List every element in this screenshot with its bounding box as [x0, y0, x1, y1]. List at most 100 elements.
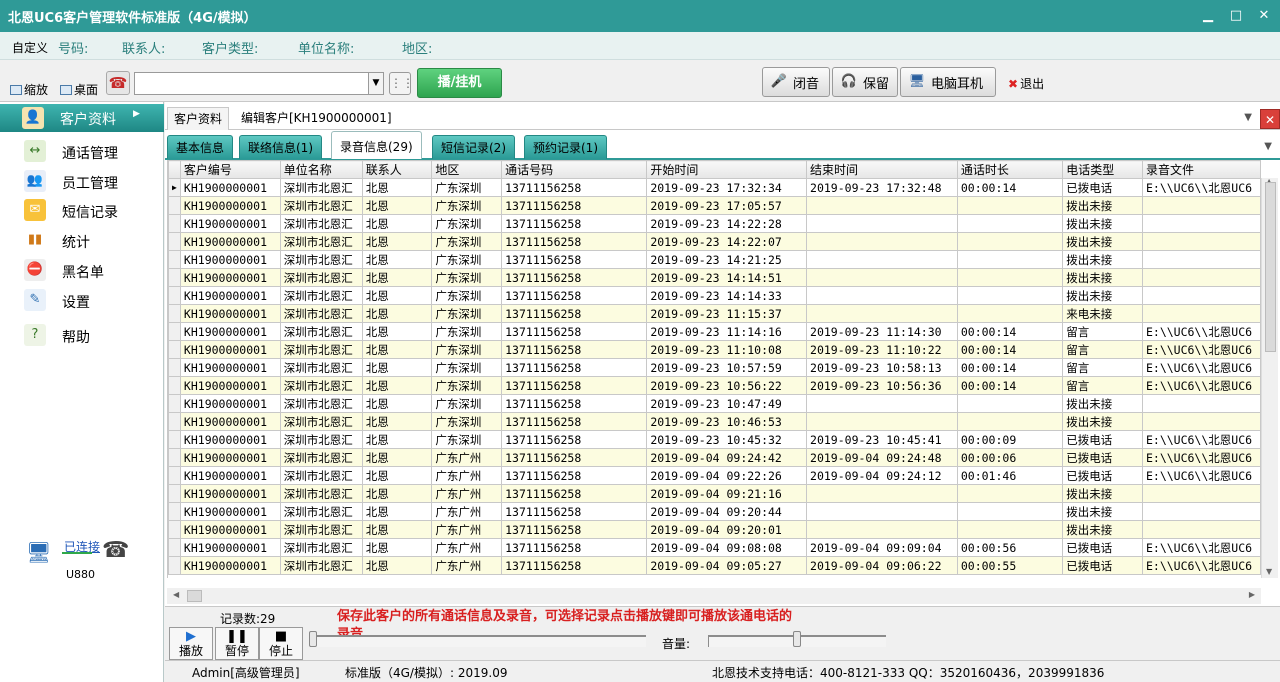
cell-customer-id[interactable]: KH1900000001	[179, 520, 281, 539]
cell-phone[interactable]: 13711156258	[501, 358, 648, 377]
volume-slider[interactable]	[708, 631, 886, 647]
row-header-cell[interactable]	[168, 394, 181, 413]
playback-slider-knob[interactable]	[309, 631, 317, 647]
table-row[interactable]: KH1900000001 深圳市北恩汇 北恩 广东深圳 13711156258 2019-…	[168, 358, 1261, 377]
play-button[interactable]: ▶ 播放	[169, 627, 213, 660]
cell-region[interactable]: 广东深圳	[431, 322, 503, 341]
cell-region[interactable]: 广东深圳	[431, 214, 503, 233]
cell-contact[interactable]: 北恩	[361, 394, 433, 413]
cell-duration[interactable]	[956, 412, 1064, 431]
cell-contact[interactable]: 北恩	[361, 322, 433, 341]
cell-call-type[interactable]: 拨出未接	[1062, 196, 1143, 215]
col-header-call-type[interactable]: 电话类型	[1062, 160, 1143, 179]
vertical-scroll-thumb[interactable]	[1265, 182, 1276, 352]
number-dropdown-arrow-icon[interactable]: ▼	[368, 72, 384, 95]
cell-start-time[interactable]: 2019-09-23 11:10:08	[646, 340, 808, 359]
row-header-cell[interactable]	[168, 430, 181, 449]
exit-button[interactable]: ✖ 退出	[1008, 75, 1044, 92]
cell-start-time[interactable]: 2019-09-04 09:22:26	[646, 466, 808, 485]
table-row[interactable]: KH1900000001 深圳市北恩汇 北恩 广东深圳 13711156258 2019-…	[168, 250, 1261, 269]
cell-start-time[interactable]: 2019-09-23 10:56:22	[646, 376, 808, 395]
cell-contact[interactable]: 北恩	[361, 232, 433, 251]
cell-customer-id[interactable]: KH1900000001	[179, 304, 281, 323]
cell-region[interactable]: 广东深圳	[431, 430, 503, 449]
cell-region[interactable]: 广东广州	[431, 556, 503, 575]
cell-phone[interactable]: 13711156258	[501, 214, 648, 233]
cell-duration[interactable]	[956, 394, 1064, 413]
horizontal-scroll-thumb[interactable]	[187, 590, 202, 602]
cell-duration[interactable]	[956, 232, 1064, 251]
sidebar-item-settings[interactable]: ✎ 设置	[0, 287, 164, 315]
cell-recording-file[interactable]	[1141, 484, 1261, 503]
cell-call-type[interactable]: 拨出未接	[1062, 250, 1143, 269]
cell-recording-file[interactable]	[1141, 214, 1261, 233]
cell-customer-id[interactable]: KH1900000001	[179, 412, 281, 431]
cell-phone[interactable]: 13711156258	[501, 340, 648, 359]
cell-duration[interactable]: 00:00:14	[956, 340, 1064, 359]
col-header-phone[interactable]: 通话号码	[501, 160, 648, 179]
cell-phone[interactable]: 13711156258	[501, 178, 648, 197]
cell-end-time[interactable]	[806, 232, 958, 251]
table-row[interactable]: KH1900000001 深圳市北恩汇 北恩 广东广州 13711156258 2019-…	[168, 520, 1261, 539]
cell-start-time[interactable]: 2019-09-04 09:24:42	[646, 448, 808, 467]
cell-start-time[interactable]: 2019-09-04 09:20:01	[646, 520, 808, 539]
cell-contact[interactable]: 北恩	[361, 304, 433, 323]
cell-call-type[interactable]: 已拨电话	[1062, 448, 1143, 467]
vertical-scrollbar[interactable]: ▲ ▼	[1261, 177, 1278, 578]
cell-customer-id[interactable]: KH1900000001	[179, 556, 281, 575]
cell-recording-file[interactable]: E:\\UC6\\北恩UC6	[1141, 538, 1261, 557]
table-row[interactable]: KH1900000001 深圳市北恩汇 北恩 广东广州 13711156258 2019-…	[168, 502, 1261, 521]
cell-company[interactable]: 深圳市北恩汇	[279, 214, 363, 233]
cell-phone[interactable]: 13711156258	[501, 268, 648, 287]
row-header-cell[interactable]	[168, 196, 181, 215]
cell-end-time[interactable]	[806, 412, 958, 431]
table-row[interactable]: KH1900000001 深圳市北恩汇 北恩 广东广州 13711156258 2019-…	[168, 484, 1261, 503]
sidebar-item-help[interactable]: ? 帮助	[0, 322, 164, 350]
cell-end-time[interactable]: 2019-09-23 10:58:13	[806, 358, 958, 377]
cell-call-type[interactable]: 已拨电话	[1062, 430, 1143, 449]
cell-start-time[interactable]: 2019-09-23 11:15:37	[646, 304, 808, 323]
cell-end-time[interactable]: 2019-09-04 09:24:12	[806, 466, 958, 485]
cell-contact[interactable]: 北恩	[361, 268, 433, 287]
cell-call-type[interactable]: 拨出未接	[1062, 214, 1143, 233]
current-row-indicator-icon[interactable]: ▶	[168, 178, 181, 197]
cell-region[interactable]: 广东广州	[431, 484, 503, 503]
cell-phone[interactable]: 13711156258	[501, 466, 648, 485]
cell-end-time[interactable]: 2019-09-04 09:06:22	[806, 556, 958, 575]
cell-contact[interactable]: 北恩	[361, 214, 433, 233]
cell-call-type[interactable]: 留言	[1062, 340, 1143, 359]
cell-phone[interactable]: 13711156258	[501, 376, 648, 395]
cell-region[interactable]: 广东深圳	[431, 232, 503, 251]
cell-phone[interactable]: 13711156258	[501, 322, 648, 341]
table-row[interactable]: KH1900000001 深圳市北恩汇 北恩 广东深圳 13711156258 2019-…	[168, 340, 1261, 359]
table-row[interactable]: KH1900000001 深圳市北恩汇 北恩 广东深圳 13711156258 2019-…	[168, 304, 1261, 323]
cell-call-type[interactable]: 已拨电话	[1062, 466, 1143, 485]
col-header-end-time[interactable]: 结束时间	[806, 160, 958, 179]
cell-contact[interactable]: 北恩	[361, 484, 433, 503]
cell-duration[interactable]: 00:00:09	[956, 430, 1064, 449]
zoom-toggle[interactable]: 缩放	[10, 81, 48, 98]
cell-contact[interactable]: 北恩	[361, 556, 433, 575]
cell-region[interactable]: 广东深圳	[431, 250, 503, 269]
table-row[interactable]: KH1900000001 深圳市北恩汇 北恩 广东广州 13711156258 2019-…	[168, 466, 1261, 485]
cell-call-type[interactable]: 拨出未接	[1062, 502, 1143, 521]
cell-recording-file[interactable]	[1141, 268, 1261, 287]
cell-start-time[interactable]: 2019-09-23 17:32:34	[646, 178, 808, 197]
table-row[interactable]: KH1900000001 深圳市北恩汇 北恩 广东深圳 13711156258 2019-…	[168, 412, 1261, 431]
cell-end-time[interactable]	[806, 484, 958, 503]
cell-start-time[interactable]: 2019-09-23 14:22:28	[646, 214, 808, 233]
cell-region[interactable]: 广东深圳	[431, 178, 503, 197]
scroll-right-icon[interactable]: ▶	[1249, 590, 1255, 599]
cell-region[interactable]: 广东广州	[431, 520, 503, 539]
stop-button[interactable]: ■ 停止	[259, 627, 303, 660]
cell-customer-id[interactable]: KH1900000001	[179, 214, 281, 233]
cell-end-time[interactable]	[806, 196, 958, 215]
cell-duration[interactable]	[956, 484, 1064, 503]
sidebar-item-stats[interactable]: ▮▮ 统计	[0, 227, 164, 255]
row-header-cell[interactable]	[168, 376, 181, 395]
tab-recordings[interactable]: 录音信息(29)	[331, 131, 422, 159]
cell-recording-file[interactable]	[1141, 286, 1261, 305]
cell-recording-file[interactable]: E:\\UC6\\北恩UC6	[1141, 358, 1261, 377]
cell-start-time[interactable]: 2019-09-23 14:21:25	[646, 250, 808, 269]
cell-duration[interactable]: 00:00:56	[956, 538, 1064, 557]
